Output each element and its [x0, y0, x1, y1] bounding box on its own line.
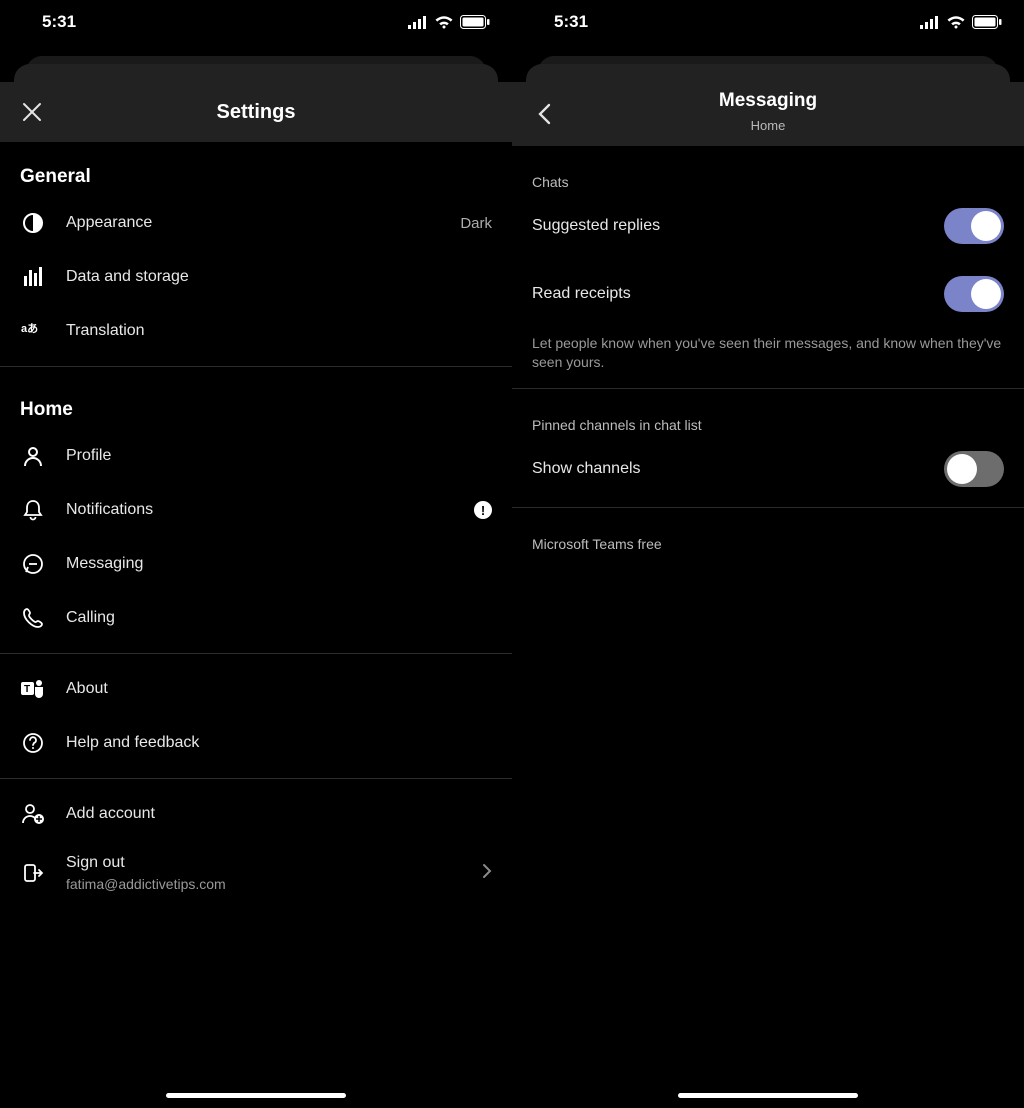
- row-sign-out[interactable]: Sign out fatima@addictivetips.com: [0, 841, 512, 905]
- row-calling[interactable]: Calling: [0, 591, 512, 645]
- section-heading-pinned: Pinned channels in chat list: [512, 389, 1024, 439]
- status-bar: 5:31: [512, 0, 1024, 44]
- section-heading-chats: Chats: [512, 146, 1024, 196]
- help-icon: [20, 730, 46, 756]
- data-storage-icon: [20, 264, 46, 290]
- row-suggested-replies[interactable]: Suggested replies: [512, 196, 1024, 256]
- settings-content: General Appearance Dark Data and storage…: [0, 142, 512, 1108]
- toggle-label: Suggested replies: [532, 217, 660, 235]
- home-indicator[interactable]: [678, 1093, 858, 1098]
- profile-icon: [20, 443, 46, 469]
- back-button[interactable]: [530, 100, 558, 128]
- bell-icon: [20, 497, 46, 523]
- status-indicators: [920, 15, 1002, 29]
- row-label: Profile: [66, 447, 492, 465]
- row-add-account[interactable]: Add account: [0, 787, 512, 841]
- chat-icon: [20, 551, 46, 577]
- messaging-content: Chats Suggested replies Read receipts Le…: [512, 146, 1024, 1108]
- row-about[interactable]: T About: [0, 662, 512, 716]
- row-label: About: [66, 680, 492, 698]
- row-label: Notifications: [66, 501, 454, 519]
- section-heading-home: Home: [0, 375, 512, 429]
- translation-icon: aあ: [20, 318, 46, 344]
- close-icon: [21, 101, 43, 123]
- wifi-icon: [947, 16, 965, 29]
- row-show-channels[interactable]: Show channels: [512, 439, 1024, 499]
- sign-out-icon: [20, 860, 46, 886]
- messaging-screen: 5:31 Messaging Home Chats Suggested repl…: [512, 0, 1024, 1108]
- row-profile[interactable]: Profile: [0, 429, 512, 483]
- section-heading-teams-free: Microsoft Teams free: [512, 508, 1024, 558]
- messaging-subtitle: Home: [512, 118, 1024, 133]
- section-heading-general: General: [0, 142, 512, 196]
- row-label: Help and feedback: [66, 734, 492, 752]
- alert-badge: !: [474, 501, 492, 519]
- row-data-storage[interactable]: Data and storage: [0, 250, 512, 304]
- cellular-icon: [408, 16, 428, 29]
- add-account-icon: [20, 801, 46, 827]
- row-label: Messaging: [66, 555, 492, 573]
- phone-icon: [20, 605, 46, 631]
- status-time: 5:31: [554, 12, 588, 32]
- settings-header: Settings: [0, 82, 512, 142]
- chevron-right-icon: [482, 863, 492, 884]
- divider: [0, 778, 512, 779]
- cellular-icon: [920, 16, 940, 29]
- row-label: Calling: [66, 609, 492, 627]
- status-indicators: [408, 15, 490, 29]
- background-cards: [0, 56, 512, 82]
- show-channels-toggle[interactable]: [944, 451, 1004, 487]
- row-read-receipts[interactable]: Read receipts: [512, 256, 1024, 324]
- chevron-left-icon: [537, 103, 551, 125]
- row-label: Translation: [66, 322, 492, 340]
- svg-text:T: T: [24, 684, 30, 695]
- read-receipts-description: Let people know when you've seen their m…: [512, 324, 1024, 388]
- battery-icon: [460, 15, 490, 29]
- toggle-label: Show channels: [532, 460, 641, 478]
- row-label: Add account: [66, 805, 492, 823]
- status-bar: 5:31: [0, 0, 512, 44]
- settings-screen: 5:31 Settings General Appearance Dark: [0, 0, 512, 1108]
- row-translation[interactable]: aあ Translation: [0, 304, 512, 358]
- battery-icon: [972, 15, 1002, 29]
- wifi-icon: [435, 16, 453, 29]
- row-help[interactable]: Help and feedback: [0, 716, 512, 770]
- messaging-title: Messaging: [512, 90, 1024, 112]
- divider: [0, 653, 512, 654]
- teams-icon: T: [20, 676, 46, 702]
- home-indicator[interactable]: [166, 1093, 346, 1098]
- row-label: Data and storage: [66, 268, 492, 286]
- row-messaging[interactable]: Messaging: [0, 537, 512, 591]
- sign-out-label: Sign out: [66, 854, 462, 872]
- appearance-icon: [20, 210, 46, 236]
- toggle-label: Read receipts: [532, 285, 631, 303]
- background-cards: [512, 56, 1024, 82]
- row-label: Appearance: [66, 214, 440, 232]
- account-email: fatima@addictivetips.com: [66, 876, 462, 892]
- row-appearance[interactable]: Appearance Dark: [0, 196, 512, 250]
- row-notifications[interactable]: Notifications !: [0, 483, 512, 537]
- settings-title: Settings: [0, 101, 512, 124]
- divider: [0, 366, 512, 367]
- read-receipts-toggle[interactable]: [944, 276, 1004, 312]
- messaging-header: Messaging Home: [512, 82, 1024, 146]
- status-time: 5:31: [42, 12, 76, 32]
- svg-text:aあ: aあ: [21, 322, 38, 335]
- suggested-replies-toggle[interactable]: [944, 208, 1004, 244]
- close-button[interactable]: [18, 98, 46, 126]
- appearance-value: Dark: [460, 215, 492, 232]
